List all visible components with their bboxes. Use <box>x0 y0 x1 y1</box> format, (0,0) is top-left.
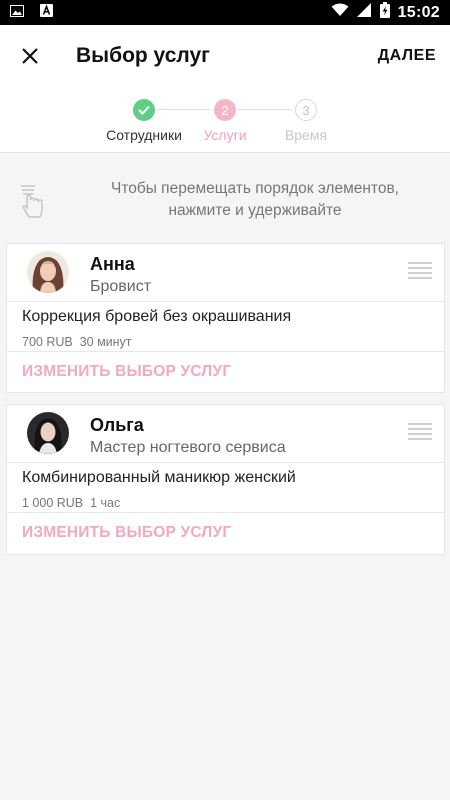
hint-text: Чтобы перемещать порядок элементов, нажм… <box>70 178 440 222</box>
drag-handle-icon[interactable] <box>408 423 432 443</box>
app-bar: Выбор услуг ДАЛЕЕ <box>0 25 450 87</box>
close-button[interactable] <box>0 25 60 87</box>
change-services-button[interactable]: ИЗМЕНИТЬ ВЫБОР УСЛУГ <box>7 513 444 553</box>
service-meta: 1 000 RUB 1 час <box>22 496 120 510</box>
battery-charging-icon <box>379 2 390 23</box>
service-meta: 700 RUB 30 минут <box>22 335 132 349</box>
employee-card: Анна Бровист Коррекция бровей без окраши… <box>6 243 445 393</box>
wifi-icon <box>331 3 349 22</box>
employee-name: Анна <box>90 254 135 274</box>
progress-stepper: Сотрудники 2 Услуги 3 Время <box>0 87 450 153</box>
avatar <box>27 251 69 293</box>
service-name: Комбинированный маникюр женский <box>22 469 296 486</box>
reorder-hint: Чтобы перемещать порядок элементов, нажм… <box>0 170 450 230</box>
step-label: Время <box>284 127 328 143</box>
service-item: Коррекция бровей без окрашивания 700 RUB… <box>7 302 444 352</box>
service-item: Комбинированный маникюр женский 1 000 RU… <box>7 463 444 513</box>
step-number: 3 <box>295 99 317 121</box>
service-price: 1 000 RUB <box>22 496 84 510</box>
next-button[interactable]: ДАЛЕЕ <box>378 47 436 65</box>
touch-hold-icon <box>18 180 46 225</box>
step-done-marker <box>133 99 155 121</box>
employee-header: Анна Бровист <box>7 244 444 302</box>
page-title: Выбор услуг <box>76 44 210 67</box>
service-duration: 30 минут <box>79 335 132 349</box>
employee-role: Мастер ногтевого сервиса <box>90 439 286 456</box>
drag-handle-icon[interactable] <box>408 262 432 282</box>
step-number: 2 <box>214 99 236 121</box>
status-bar: 15:02 <box>0 0 450 25</box>
employee-card: Ольга Мастер ногтевого сервиса Комбиниро… <box>6 404 445 555</box>
hint-line: нажмите и удерживайте <box>168 202 342 219</box>
service-price: 700 RUB <box>22 335 73 349</box>
employee-name: Ольга <box>90 415 144 435</box>
image-icon <box>10 4 24 22</box>
a-app-icon <box>40 3 53 22</box>
hint-line: Чтобы перемещать порядок элементов, <box>110 180 399 197</box>
step-time[interactable]: 3 Время <box>256 99 356 143</box>
employee-header: Ольга Мастер ногтевого сервиса <box>7 405 444 463</box>
step-label: Услуги <box>203 127 247 143</box>
employee-role: Бровист <box>90 278 152 295</box>
avatar <box>27 412 69 454</box>
signal-icon <box>356 3 372 22</box>
check-icon <box>138 105 150 115</box>
close-icon <box>22 48 38 64</box>
status-time: 15:02 <box>397 3 440 21</box>
service-duration: 1 час <box>90 496 121 510</box>
step-label: Сотрудники <box>106 127 182 143</box>
change-services-button[interactable]: ИЗМЕНИТЬ ВЫБОР УСЛУГ <box>7 352 444 392</box>
service-name: Коррекция бровей без окрашивания <box>22 308 292 325</box>
